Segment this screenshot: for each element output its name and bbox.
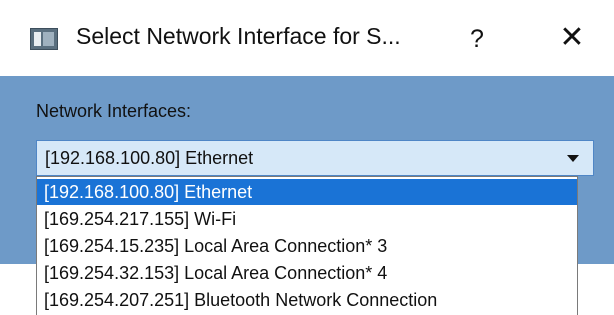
network-interface-combobox[interactable]: [192.168.100.80] Ethernet bbox=[36, 140, 594, 176]
dropdown-option-bluetooth-network-connection[interactable]: [169.254.207.251] Bluetooth Network Conn… bbox=[37, 287, 577, 313]
dropdown-option-local-area-connection-3[interactable]: [169.254.15.235] Local Area Connection* … bbox=[37, 233, 577, 259]
select-network-interface-dialog: Select Network Interface for S... ? ✕ Ne… bbox=[0, 0, 614, 315]
title-bar[interactable]: Select Network Interface for S... ? ✕ bbox=[0, 0, 614, 76]
network-interface-dropdown-list: [192.168.100.80] Ethernet [169.254.217.1… bbox=[36, 176, 578, 315]
dropdown-option-wifi[interactable]: [169.254.217.155] Wi-Fi bbox=[37, 206, 577, 232]
window-app-icon bbox=[30, 28, 58, 50]
combobox-selected-value: [192.168.100.80] Ethernet bbox=[45, 148, 254, 168]
dropdown-option-local-area-connection-4[interactable]: [169.254.32.153] Local Area Connection* … bbox=[37, 260, 577, 286]
help-button[interactable]: ? bbox=[462, 22, 492, 56]
network-interfaces-label: Network Interfaces: bbox=[36, 101, 192, 121]
chevron-down-icon[interactable] bbox=[567, 155, 579, 162]
close-button[interactable]: ✕ bbox=[555, 20, 589, 56]
app-icon-pane-left bbox=[34, 32, 41, 46]
app-icon-pane-right bbox=[43, 32, 54, 46]
window-title: Select Network Interface for S... bbox=[76, 23, 401, 49]
dropdown-option-ethernet[interactable]: [192.168.100.80] Ethernet bbox=[37, 179, 577, 205]
